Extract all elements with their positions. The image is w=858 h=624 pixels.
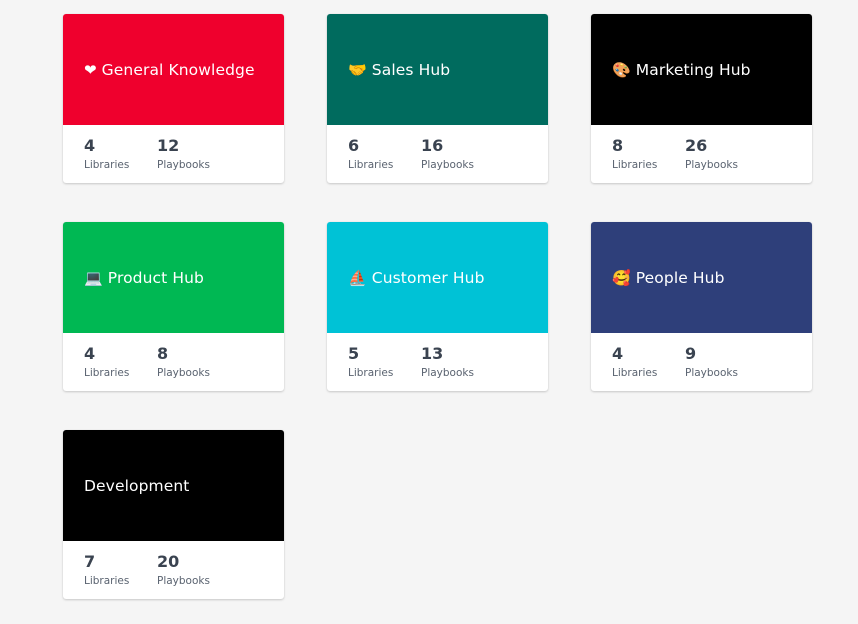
playbooks-count: 13 (421, 344, 444, 363)
libraries-stat: 5 Libraries (348, 345, 421, 391)
playbooks-count: 9 (685, 344, 697, 363)
card-title: Marketing Hub (635, 60, 751, 79)
card-stats: 4 Libraries 12 Playbooks (63, 125, 284, 183)
libraries-stat: 7 Libraries (84, 553, 157, 599)
card-title: Development (84, 476, 190, 495)
libraries-stat: 4 Libraries (84, 137, 157, 183)
libraries-count: 4 (84, 136, 96, 155)
playbooks-stat: 13 Playbooks (421, 345, 474, 391)
card-banner: Development (63, 430, 284, 541)
card-banner: ❤ General Knowledge (63, 14, 284, 125)
card-banner: ⛵ Customer Hub (327, 222, 548, 333)
card-banner: 🥰 People Hub (591, 222, 812, 333)
card-banner: 🤝 Sales Hub (327, 14, 548, 125)
libraries-count: 7 (84, 552, 96, 571)
hub-card-people-hub[interactable]: 🥰 People Hub 4 Libraries 9 Playbooks (591, 222, 812, 391)
playbooks-stat: 26 Playbooks (685, 137, 738, 183)
libraries-label: Libraries (84, 159, 130, 171)
playbooks-label: Playbooks (685, 159, 738, 171)
libraries-label: Libraries (612, 159, 658, 171)
playbooks-count: 16 (421, 136, 444, 155)
card-title: Customer Hub (371, 268, 485, 287)
hub-grid: ❤ General Knowledge 4 Libraries 12 Playb… (63, 14, 812, 599)
card-stats: 4 Libraries 9 Playbooks (591, 333, 812, 391)
libraries-count: 8 (612, 136, 624, 155)
hub-card-general-knowledge[interactable]: ❤ General Knowledge 4 Libraries 12 Playb… (63, 14, 284, 183)
libraries-count: 4 (612, 344, 624, 363)
playbooks-count: 12 (157, 136, 180, 155)
card-title: People Hub (635, 268, 725, 287)
libraries-label: Libraries (84, 367, 130, 379)
playbooks-label: Playbooks (421, 159, 474, 171)
hub-card-development[interactable]: Development 7 Libraries 20 Playbooks (63, 430, 284, 599)
card-banner: 💻 Product Hub (63, 222, 284, 333)
card-title: Sales Hub (371, 60, 451, 79)
libraries-label: Libraries (84, 575, 130, 587)
card-stats: 7 Libraries 20 Playbooks (63, 541, 284, 599)
sailboat-icon: ⛵ (348, 268, 367, 287)
libraries-count: 6 (348, 136, 360, 155)
hub-card-customer-hub[interactable]: ⛵ Customer Hub 5 Libraries 13 Playbooks (327, 222, 548, 391)
playbooks-stat: 8 Playbooks (157, 345, 210, 391)
libraries-count: 4 (84, 344, 96, 363)
libraries-stat: 6 Libraries (348, 137, 421, 183)
libraries-label: Libraries (348, 159, 394, 171)
libraries-stat: 4 Libraries (612, 345, 685, 391)
playbooks-stat: 9 Playbooks (685, 345, 738, 391)
card-stats: 8 Libraries 26 Playbooks (591, 125, 812, 183)
playbooks-stat: 20 Playbooks (157, 553, 210, 599)
heart-icon: ❤ (84, 60, 97, 79)
libraries-label: Libraries (612, 367, 658, 379)
card-stats: 5 Libraries 13 Playbooks (327, 333, 548, 391)
playbooks-label: Playbooks (421, 367, 474, 379)
card-title: General Knowledge (101, 60, 255, 79)
hub-card-marketing-hub[interactable]: 🎨 Marketing Hub 8 Libraries 26 Playbooks (591, 14, 812, 183)
playbooks-stat: 12 Playbooks (157, 137, 210, 183)
playbooks-label: Playbooks (157, 159, 210, 171)
palette-icon: 🎨 (612, 60, 631, 79)
smiling-face-with-hearts-icon: 🥰 (612, 268, 631, 287)
playbooks-stat: 16 Playbooks (421, 137, 474, 183)
playbooks-label: Playbooks (685, 367, 738, 379)
playbooks-count: 20 (157, 552, 180, 571)
libraries-stat: 8 Libraries (612, 137, 685, 183)
playbooks-count: 26 (685, 136, 708, 155)
card-stats: 6 Libraries 16 Playbooks (327, 125, 548, 183)
libraries-count: 5 (348, 344, 360, 363)
hub-card-product-hub[interactable]: 💻 Product Hub 4 Libraries 8 Playbooks (63, 222, 284, 391)
playbooks-label: Playbooks (157, 575, 210, 587)
libraries-stat: 4 Libraries (84, 345, 157, 391)
handshake-icon: 🤝 (348, 60, 367, 79)
playbooks-count: 8 (157, 344, 169, 363)
card-stats: 4 Libraries 8 Playbooks (63, 333, 284, 391)
card-banner: 🎨 Marketing Hub (591, 14, 812, 125)
libraries-label: Libraries (348, 367, 394, 379)
playbooks-label: Playbooks (157, 367, 210, 379)
laptop-icon: 💻 (84, 268, 103, 287)
card-title: Product Hub (107, 268, 204, 287)
hub-card-sales-hub[interactable]: 🤝 Sales Hub 6 Libraries 16 Playbooks (327, 14, 548, 183)
